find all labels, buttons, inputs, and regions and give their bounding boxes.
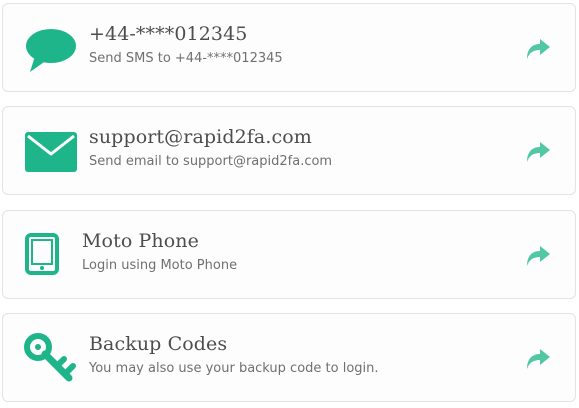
speech-bubble-icon (26, 29, 76, 72)
method-title: +44-****012345 (89, 23, 248, 45)
method-subtitle: You may also use your backup code to log… (89, 361, 379, 376)
method-text: support@rapid2fa.com Send email to suppo… (89, 125, 332, 171)
method-subtitle: Send email to support@rapid2fa.com (89, 154, 333, 169)
tablet-icon (25, 233, 59, 275)
method-sms[interactable]: +44-****012345 Send SMS to +44-****01234… (2, 3, 576, 92)
share-arrow-icon (527, 349, 550, 369)
method-title: Moto Phone (82, 230, 199, 252)
share-arrow-icon (527, 39, 550, 59)
method-title: Backup Codes (89, 333, 228, 355)
method-text: Backup Codes You may also use your backu… (89, 332, 379, 378)
method-backup-codes[interactable]: Backup Codes You may also use your backu… (2, 313, 576, 402)
method-title: support@rapid2fa.com (89, 126, 312, 148)
method-phone[interactable]: Moto Phone Login using Moto Phone (2, 210, 576, 299)
method-text: +44-****012345 Send SMS to +44-****01234… (89, 22, 283, 68)
share-arrow-icon (527, 142, 550, 162)
envelope-icon (25, 132, 77, 172)
method-text: Moto Phone Login using Moto Phone (82, 229, 237, 275)
share-arrow-icon (527, 246, 550, 266)
method-email[interactable]: support@rapid2fa.com Send email to suppo… (2, 106, 576, 195)
method-subtitle: Login using Moto Phone (82, 258, 238, 273)
two-factor-method-list: +44-****012345 Send SMS to +44-****01234… (0, 0, 579, 408)
method-subtitle: Send SMS to +44-****012345 (89, 51, 283, 66)
key-icon (24, 333, 76, 382)
